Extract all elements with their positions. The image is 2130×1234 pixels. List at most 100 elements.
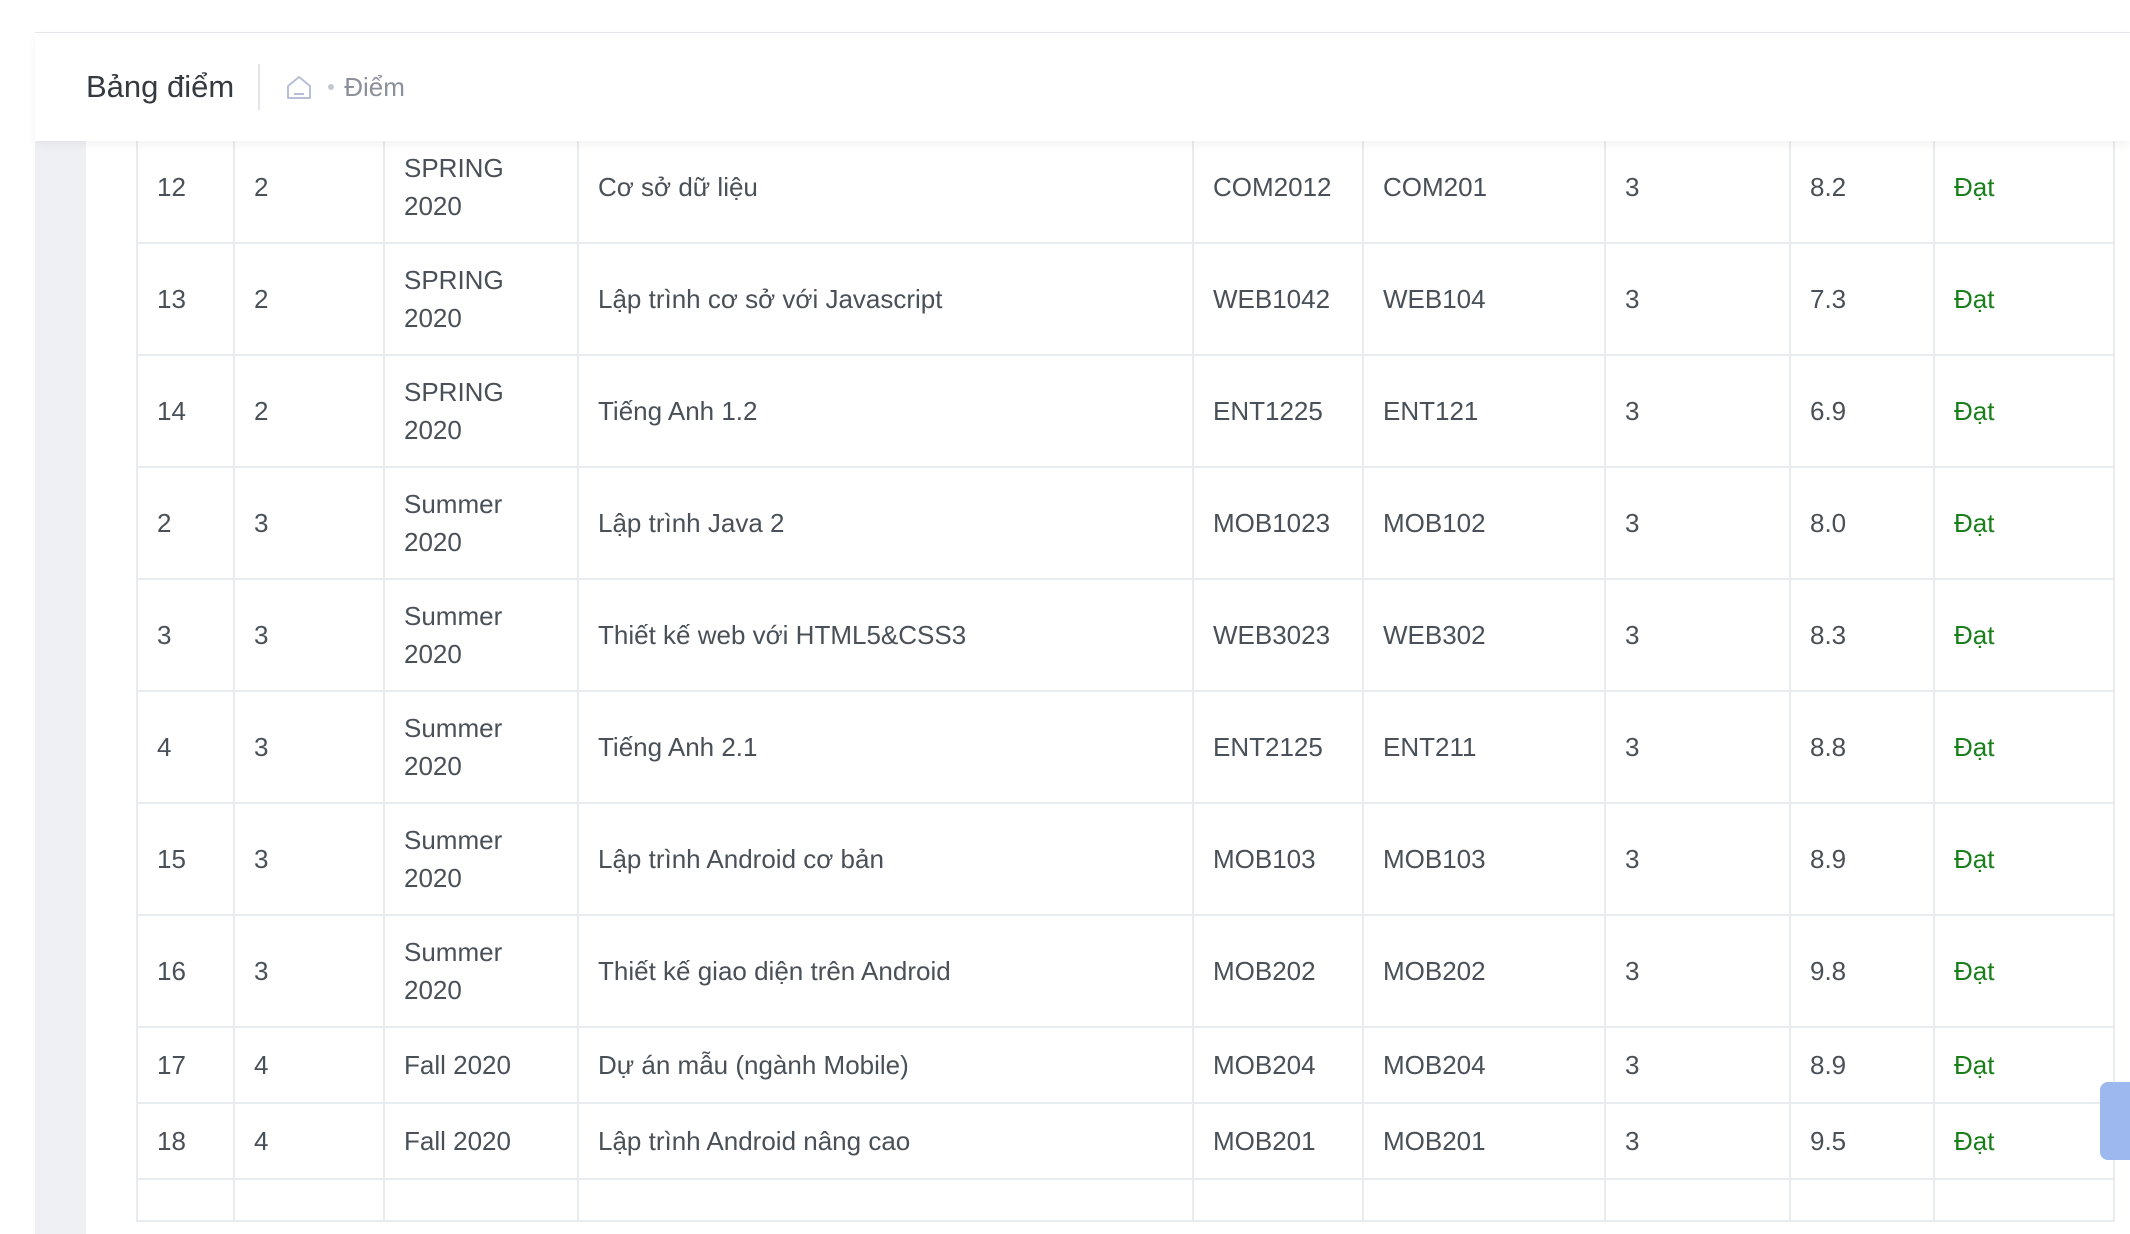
cell-hoc-ky: Summer 2020 — [383, 914, 579, 1028]
cell-tin-chi: 3 — [1604, 1026, 1791, 1104]
cell-diem: 6.9 — [1789, 354, 1935, 468]
cell-stt: 18 — [136, 1102, 235, 1180]
cell-hoc-ky: Summer 2020 — [383, 802, 579, 916]
cell-mon: Cơ sở dữ liệu — [577, 130, 1194, 244]
cell-ky: 3 — [233, 802, 385, 916]
cell-ky: 3 — [233, 466, 385, 580]
cell-ma-mon: WEB1042 — [1192, 242, 1364, 356]
cell-hoc-ky: SPRING 2020 — [383, 354, 579, 468]
empty-cell — [1192, 1178, 1364, 1222]
cell-ma-mon: MOB202 — [1192, 914, 1364, 1028]
empty-cell — [1604, 1178, 1791, 1222]
cell-ma-chuyen-doi: MOB204 — [1362, 1026, 1606, 1104]
cell-ma-mon: MOB204 — [1192, 1026, 1364, 1104]
cell-trang-thai: Đạt — [1933, 914, 2115, 1028]
cell-ky: 2 — [233, 130, 385, 244]
cell-mon: Dự án mẫu (ngành Mobile) — [577, 1026, 1194, 1104]
grades-table: 12 2 SPRING 2020 Cơ sở dữ liệu COM2012 COM201… — [136, 130, 2115, 1222]
cell-tin-chi: 3 — [1604, 466, 1791, 580]
table-row: 16 3 Summer 2020 Thiết kế giao diện trên An… — [136, 914, 2115, 1028]
empty-cell — [1789, 1178, 1935, 1222]
cell-tin-chi: 3 — [1604, 578, 1791, 692]
table-row: 17 4 Fall 2020 Dự án mẫu (ngành Mobile) MOB2… — [136, 1026, 2115, 1104]
cell-stt: 14 — [136, 354, 235, 468]
cell-ma-mon: WEB3023 — [1192, 578, 1364, 692]
empty-cell — [1362, 1178, 1606, 1222]
cell-tin-chi: 3 — [1604, 242, 1791, 356]
cell-ma-chuyen-doi: ENT121 — [1362, 354, 1606, 468]
cell-ky: 4 — [233, 1026, 385, 1104]
table-row: 15 3 Summer 2020 Lập trình Android cơ bản MO… — [136, 802, 2115, 916]
cell-diem: 9.8 — [1789, 914, 1935, 1028]
cell-trang-thai: Đạt — [1933, 1026, 2115, 1104]
cell-ky: 3 — [233, 578, 385, 692]
cell-ma-mon: MOB201 — [1192, 1102, 1364, 1180]
cell-ky: 2 — [233, 354, 385, 468]
cell-hoc-ky: SPRING 2020 — [383, 242, 579, 356]
cell-mon: Lập trình cơ sở với Javascript — [577, 242, 1194, 356]
cell-hoc-ky: Fall 2020 — [383, 1026, 579, 1104]
cell-mon: Thiết kế web với HTML5&CSS3 — [577, 578, 1194, 692]
cell-diem: 8.2 — [1789, 130, 1935, 244]
cell-ky: 3 — [233, 914, 385, 1028]
cell-diem: 7.3 — [1789, 242, 1935, 356]
cell-stt: 2 — [136, 466, 235, 580]
cell-ky: 3 — [233, 690, 385, 804]
cell-hoc-ky: SPRING 2020 — [383, 130, 579, 244]
cell-hoc-ky: Summer 2020 — [383, 578, 579, 692]
cell-trang-thai: Đạt — [1933, 354, 2115, 468]
cell-trang-thai: Đạt — [1933, 466, 2115, 580]
empty-cell — [136, 1178, 235, 1222]
empty-cell — [1933, 1178, 2115, 1222]
empty-cell — [383, 1178, 579, 1222]
cell-mon: Thiết kế giao diện trên Android — [577, 914, 1194, 1028]
breadcrumb: Điểm — [284, 72, 405, 103]
table-row: 13 2 SPRING 2020 Lập trình cơ sở với Javasc… — [136, 242, 2115, 356]
cell-tin-chi: 3 — [1604, 802, 1791, 916]
grades-table-body: 12 2 SPRING 2020 Cơ sở dữ liệu COM2012 COM201… — [136, 130, 2115, 1222]
table-row: 18 4 Fall 2020 Lập trình Android nâng cao MO… — [136, 1102, 2115, 1180]
top-navbar — [35, 0, 2130, 33]
cell-mon: Tiếng Anh 1.2 — [577, 354, 1194, 468]
table-row: 14 2 SPRING 2020 Tiếng Anh 1.2 ENT1225 ENT121… — [136, 354, 2115, 468]
cell-ma-chuyen-doi: MOB202 — [1362, 914, 1606, 1028]
cell-tin-chi: 3 — [1604, 914, 1791, 1028]
table-row: 2 3 Summer 2020 Lập trình Java 2 MOB1023 MOB1… — [136, 466, 2115, 580]
side-settings-tab[interactable] — [2100, 1082, 2130, 1160]
empty-cell — [577, 1178, 1194, 1222]
cell-diem: 9.5 — [1789, 1102, 1935, 1180]
cell-mon: Lập trình Android cơ bản — [577, 802, 1194, 916]
table-row — [136, 1178, 2115, 1222]
cell-ma-chuyen-doi: MOB103 — [1362, 802, 1606, 916]
cell-ma-chuyen-doi: WEB104 — [1362, 242, 1606, 356]
cell-mon: Lập trình Java 2 — [577, 466, 1194, 580]
cell-stt: 12 — [136, 130, 235, 244]
cell-trang-thai: Đạt — [1933, 242, 2115, 356]
cell-mon: Lập trình Android nâng cao — [577, 1102, 1194, 1180]
cell-stt: 16 — [136, 914, 235, 1028]
cell-trang-thai: Đạt — [1933, 130, 2115, 244]
cell-hoc-ky: Summer 2020 — [383, 690, 579, 804]
cell-ma-mon: ENT1225 — [1192, 354, 1364, 468]
cell-tin-chi: 3 — [1604, 354, 1791, 468]
cell-tin-chi: 3 — [1604, 1102, 1791, 1180]
cell-diem: 8.3 — [1789, 578, 1935, 692]
cell-trang-thai: Đạt — [1933, 578, 2115, 692]
cell-ma-chuyen-doi: ENT211 — [1362, 690, 1606, 804]
table-row: 4 3 Summer 2020 Tiếng Anh 2.1 ENT2125 ENT211 3… — [136, 690, 2115, 804]
cell-ma-chuyen-doi: COM201 — [1362, 130, 1606, 244]
cell-stt: 4 — [136, 690, 235, 804]
cell-ma-chuyen-doi: MOB102 — [1362, 466, 1606, 580]
cell-ma-mon: ENT2125 — [1192, 690, 1364, 804]
cell-tin-chi: 3 — [1604, 130, 1791, 244]
cell-ky: 4 — [233, 1102, 385, 1180]
cell-ky: 2 — [233, 242, 385, 356]
breadcrumb-separator — [328, 84, 335, 90]
home-icon[interactable] — [284, 72, 314, 102]
cell-ma-chuyen-doi: WEB302 — [1362, 578, 1606, 692]
breadcrumb-item-diem[interactable]: Điểm — [344, 72, 405, 103]
cell-hoc-ky: Fall 2020 — [383, 1102, 579, 1180]
table-row: 12 2 SPRING 2020 Cơ sở dữ liệu COM2012 COM201… — [136, 130, 2115, 244]
cell-stt: 13 — [136, 242, 235, 356]
cell-ma-mon: COM2012 — [1192, 130, 1364, 244]
